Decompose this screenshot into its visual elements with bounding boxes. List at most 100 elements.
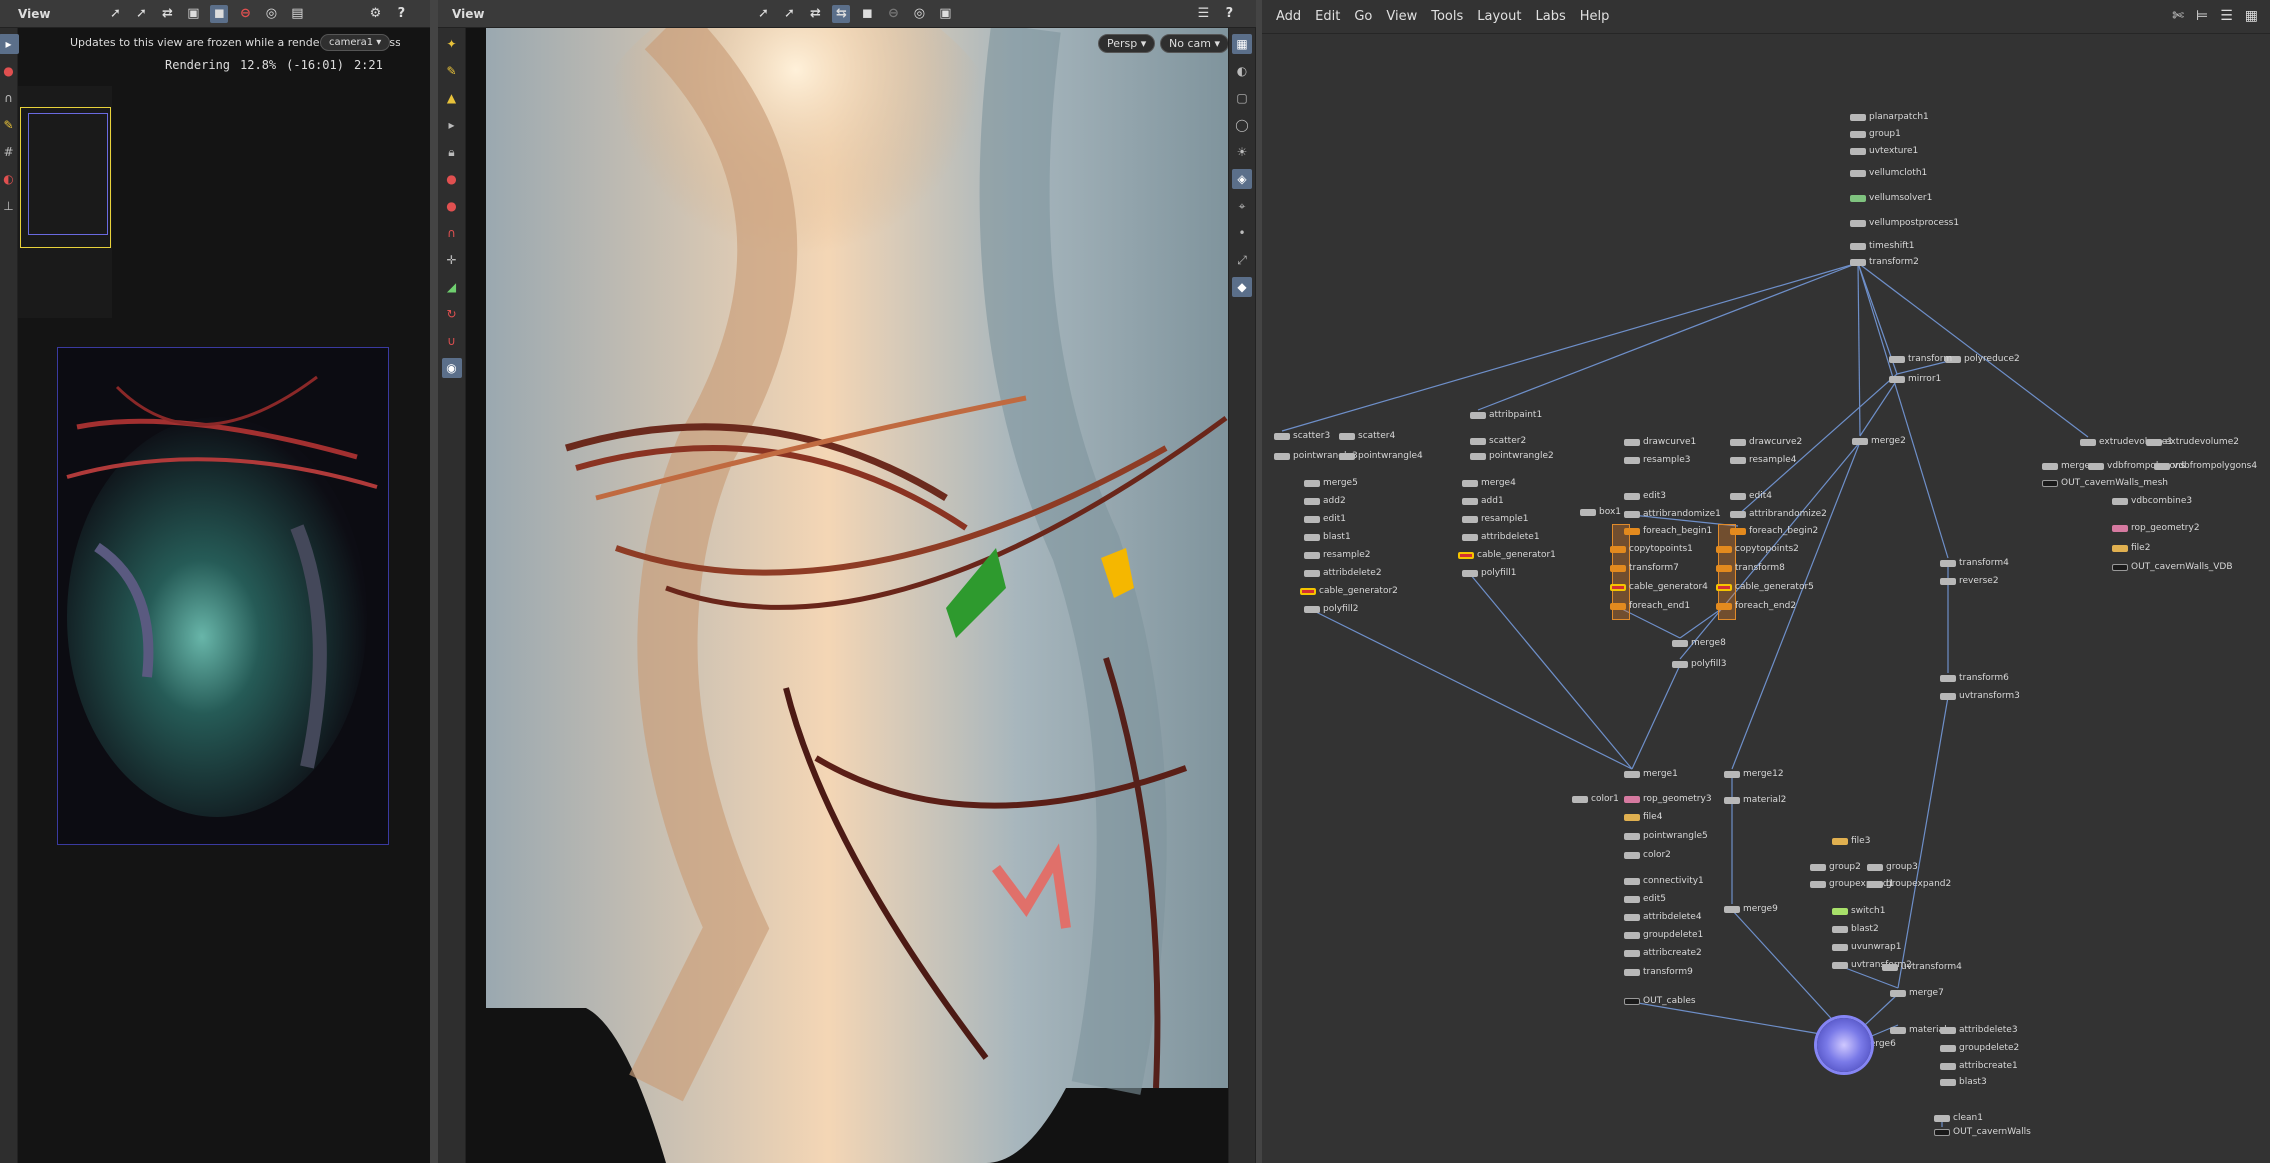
handle-tool-icon[interactable]: ✦ bbox=[442, 34, 462, 54]
node-uvtransform4[interactable]: uvtransform4 bbox=[1882, 962, 1962, 972]
node-merge2[interactable]: merge2 bbox=[1852, 436, 1906, 446]
node-edit3[interactable]: edit3 bbox=[1624, 491, 1666, 501]
node-merge12[interactable]: merge12 bbox=[1724, 769, 1784, 779]
node-color2[interactable]: color2 bbox=[1624, 850, 1671, 860]
snapshot-icon[interactable]: ◎ bbox=[262, 5, 280, 23]
node-attribrandomize1[interactable]: attribrandomize1 bbox=[1624, 509, 1721, 519]
magnet-icon[interactable]: ∩ bbox=[0, 88, 19, 108]
node-group3[interactable]: group3 bbox=[1867, 862, 1918, 872]
node-switch1[interactable]: switch1 bbox=[1832, 906, 1885, 916]
node-attribdelete2[interactable]: attribdelete2 bbox=[1304, 568, 1382, 578]
node-attribdelete1[interactable]: attribdelete1 bbox=[1462, 532, 1540, 542]
display-options-icon[interactable]: ▦ bbox=[1232, 34, 1252, 54]
snap-display-icon[interactable]: ◆ bbox=[1232, 277, 1252, 297]
selected-node-highlight[interactable] bbox=[1817, 1018, 1871, 1072]
node-file3[interactable]: file3 bbox=[1832, 836, 1870, 846]
node-uvunwrap1[interactable]: uvunwrap1 bbox=[1832, 942, 1901, 952]
node-resample3[interactable]: resample3 bbox=[1624, 455, 1691, 465]
grid-icon[interactable]: # bbox=[0, 142, 19, 162]
node-attribcreate1[interactable]: attribcreate1 bbox=[1940, 1061, 2018, 1071]
view-tool-icon[interactable]: ◉ bbox=[441, 358, 462, 378]
record-icon[interactable]: ● bbox=[0, 61, 19, 81]
normals-icon[interactable]: ⌖ bbox=[1232, 196, 1252, 216]
node-edit5[interactable]: edit5 bbox=[1624, 894, 1666, 904]
node-groupdelete1[interactable]: groupdelete1 bbox=[1624, 930, 1703, 940]
measure-icon[interactable]: ⊥ bbox=[0, 196, 19, 216]
node-add2[interactable]: add2 bbox=[1304, 496, 1346, 506]
node-merge9[interactable]: merge9 bbox=[1724, 904, 1778, 914]
node-color1[interactable]: color1 bbox=[1572, 794, 1619, 804]
node-box1[interactable]: box1 bbox=[1580, 507, 1621, 517]
node-blast3[interactable]: blast3 bbox=[1940, 1077, 1987, 1087]
display-icon[interactable]: ▤ bbox=[288, 5, 306, 23]
node-copytopoints2[interactable]: copytopoints2 bbox=[1716, 544, 1799, 554]
node-extrudevolume2[interactable]: extrudevolume2 bbox=[2146, 437, 2239, 447]
snap-icon[interactable]: ◎ bbox=[910, 5, 928, 23]
node-polyreduce2[interactable]: polyreduce2 bbox=[1945, 354, 2020, 364]
node-out-cavernwalls-vdb[interactable]: OUT_cavernWalls_VDB bbox=[2112, 562, 2233, 572]
node-rop-geometry2[interactable]: rop_geometry2 bbox=[2112, 523, 2200, 533]
node-copytopoints1[interactable]: copytopoints1 bbox=[1610, 544, 1693, 554]
node-transform6[interactable]: transform6 bbox=[1940, 673, 2009, 683]
node-resample1[interactable]: resample1 bbox=[1462, 514, 1529, 524]
node-vellumcloth1[interactable]: vellumcloth1 bbox=[1850, 168, 1927, 178]
node-out-cables[interactable]: OUT_cables bbox=[1624, 996, 1696, 1006]
select-pointer-icon[interactable]: ➚ bbox=[754, 5, 772, 23]
node-connectivity1[interactable]: connectivity1 bbox=[1624, 876, 1704, 886]
node-scatter2[interactable]: scatter2 bbox=[1470, 436, 1526, 446]
node-group1[interactable]: group1 bbox=[1850, 129, 1901, 139]
node-merge4[interactable]: merge4 bbox=[1462, 478, 1516, 488]
node-vdbcombine3[interactable]: vdbcombine3 bbox=[2112, 496, 2192, 506]
pointer-icon[interactable]: ➚ bbox=[106, 5, 124, 23]
node-attribcreate2[interactable]: attribcreate2 bbox=[1624, 948, 1702, 958]
transform-toggle-icon[interactable]: ⇄ bbox=[806, 5, 824, 23]
sync-view-icon[interactable]: ⇆ bbox=[832, 4, 851, 23]
node-pointwrangle2[interactable]: pointwrangle2 bbox=[1470, 451, 1554, 461]
node-merge8[interactable]: merge8 bbox=[1672, 638, 1726, 648]
node-material[interactable]: material bbox=[1890, 1025, 1947, 1035]
node-transform2[interactable]: transform2 bbox=[1850, 257, 1919, 267]
move-pointer-icon[interactable]: ➚ bbox=[780, 5, 798, 23]
node-vellumsolver1[interactable]: vellumsolver1 bbox=[1850, 193, 1932, 203]
node-polyfill3[interactable]: polyfill3 bbox=[1672, 659, 1726, 669]
select-tool-icon[interactable]: ▸ bbox=[0, 34, 19, 54]
node-resample2[interactable]: resample2 bbox=[1304, 550, 1371, 560]
camera-icon[interactable]: ▣ bbox=[184, 5, 202, 23]
select-arrow-icon[interactable]: ▸ bbox=[442, 115, 462, 135]
pose-tool-icon[interactable]: ∪ bbox=[442, 331, 462, 351]
node-resample4[interactable]: resample4 bbox=[1730, 455, 1797, 465]
node-edit1[interactable]: edit1 bbox=[1304, 514, 1346, 524]
transform-icon[interactable]: ⇄ bbox=[158, 5, 176, 23]
persp-dropdown[interactable]: Persp ▾ bbox=[1098, 34, 1156, 53]
node-file4[interactable]: file4 bbox=[1624, 812, 1662, 822]
move-tool-icon[interactable]: ✛ bbox=[442, 250, 462, 270]
arrow-icon[interactable]: ➚ bbox=[132, 5, 150, 23]
node-cable-generator2[interactable]: cable_generator2 bbox=[1300, 586, 1398, 596]
node-transform8[interactable]: transform8 bbox=[1716, 563, 1785, 573]
node-merge[interactable]: merge bbox=[2042, 461, 2090, 471]
handle-icon[interactable]: ◐ bbox=[0, 169, 19, 189]
node-out-cavernwalls-mesh[interactable]: OUT_cavernWalls_mesh bbox=[2042, 478, 2168, 488]
node-attribdelete3[interactable]: attribdelete3 bbox=[1940, 1025, 2018, 1035]
wireframe-icon[interactable]: ◯ bbox=[1232, 115, 1252, 135]
ghost-icon[interactable]: ◈ bbox=[1232, 169, 1252, 189]
node-uvtransform3[interactable]: uvtransform3 bbox=[1940, 691, 2020, 701]
viewport-3d[interactable] bbox=[466, 28, 1256, 1163]
node-pointwrangle4[interactable]: pointwrangle4 bbox=[1339, 451, 1423, 461]
shading-icon[interactable]: ◐ bbox=[1232, 61, 1252, 81]
node-timeshift1[interactable]: timeshift1 bbox=[1850, 241, 1915, 251]
node-vdbfrompolygons4[interactable]: vdbfrompolygons4 bbox=[2154, 461, 2257, 471]
node-pointwrangle5[interactable]: pointwrangle5 bbox=[1624, 831, 1708, 841]
viewport-options-icon[interactable]: ☰ bbox=[1194, 5, 1212, 23]
node-drawcurve2[interactable]: drawcurve2 bbox=[1730, 437, 1802, 447]
node-polyfill1[interactable]: polyfill1 bbox=[1462, 568, 1516, 578]
node-drawcurve1[interactable]: drawcurve1 bbox=[1624, 437, 1696, 447]
node-blast2[interactable]: blast2 bbox=[1832, 924, 1879, 934]
node-foreach-end2[interactable]: foreach_end2 bbox=[1716, 601, 1796, 611]
paint-tool-icon[interactable]: ▲ bbox=[442, 88, 462, 108]
rotate-tool-icon[interactable]: ↻ bbox=[442, 304, 462, 324]
node-transform7[interactable]: transform7 bbox=[1610, 563, 1679, 573]
region-outline-blue[interactable] bbox=[28, 113, 108, 235]
node-cable-generator5[interactable]: cable_generator5 bbox=[1716, 582, 1814, 592]
render-region-icon[interactable]: ◼ bbox=[210, 4, 229, 23]
